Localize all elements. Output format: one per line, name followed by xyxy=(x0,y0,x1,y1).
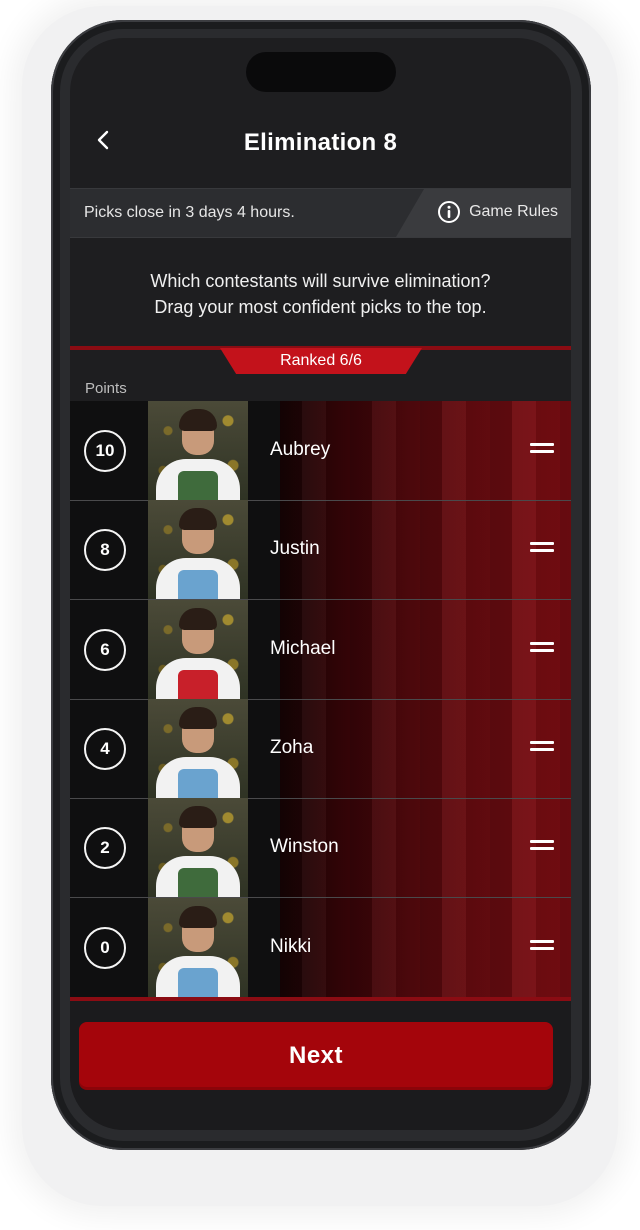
game-rules-button[interactable]: Game Rules xyxy=(437,200,558,224)
contestant-row[interactable]: 2 Winston xyxy=(70,798,571,899)
footer: Next xyxy=(70,1001,571,1130)
question-line-2: Drag your most confident picks to the to… xyxy=(154,297,487,317)
points-column-label: Points xyxy=(85,380,127,397)
contestant-row[interactable]: 4 Zoha xyxy=(70,698,571,799)
contestant-name: Michael xyxy=(270,637,336,659)
points-badge: 6 xyxy=(84,628,126,671)
page-title: Elimination 8 xyxy=(243,129,398,156)
contestant-name: Winston xyxy=(270,836,339,858)
contestant-photo xyxy=(148,500,248,600)
drag-handle-icon[interactable] xyxy=(530,443,554,455)
contestant-name: Nikki xyxy=(270,935,312,957)
drag-handle-icon[interactable] xyxy=(530,740,554,753)
contestant-row[interactable]: 8 Justin xyxy=(70,500,571,601)
ranked-badge: Ranked 6/6 xyxy=(220,348,422,374)
app-header: Elimination 8 xyxy=(70,98,571,188)
contestant-photo xyxy=(148,897,248,997)
game-rules-label: Game Rules xyxy=(469,203,558,220)
drag-handle-icon[interactable] xyxy=(530,542,554,554)
contestant-name: Zoha xyxy=(270,736,314,758)
next-button[interactable]: Next xyxy=(79,1022,553,1090)
info-icon xyxy=(438,201,461,223)
question-prompt: Which contestants will survive eliminati… xyxy=(70,238,571,346)
contestant-row[interactable]: 10 Aubrey xyxy=(70,401,571,501)
picks-close-text: Picks close in 3 days 4 hours. xyxy=(84,204,295,221)
points-badge: 2 xyxy=(84,827,126,870)
back-button[interactable] xyxy=(92,128,116,152)
drag-handle-icon[interactable] xyxy=(530,939,554,952)
contestant-photo xyxy=(148,798,248,898)
contestant-row[interactable]: 6 Michael xyxy=(70,599,571,700)
drag-handle-icon[interactable] xyxy=(530,840,554,852)
points-badge: 4 xyxy=(84,727,126,770)
contestant-photo xyxy=(148,599,248,699)
contestant-name: Aubrey xyxy=(270,439,331,460)
drag-handle-icon[interactable] xyxy=(530,641,554,654)
points-badge: 0 xyxy=(84,926,126,969)
contestant-photo xyxy=(148,401,248,500)
contestant-row[interactable]: 0 Nikki xyxy=(70,897,571,997)
contestant-photo xyxy=(148,698,248,798)
info-bar: Picks close in 3 days 4 hours. Game Rule… xyxy=(70,188,571,238)
contestant-list: 10 Aubrey 8 Justin 6 Michael 4 Zoha 2 Winston 0 Nik… xyxy=(70,401,571,997)
points-badge: 10 xyxy=(84,430,126,472)
camera-notch xyxy=(246,52,396,92)
question-line-1: Which contestants will survive eliminati… xyxy=(150,271,491,291)
points-badge: 8 xyxy=(84,529,126,572)
chevron-left-icon xyxy=(97,130,109,150)
app-screen: Elimination 8 Picks close in 3 days 4 ho… xyxy=(70,38,571,1130)
contestant-name: Justin xyxy=(270,538,320,560)
